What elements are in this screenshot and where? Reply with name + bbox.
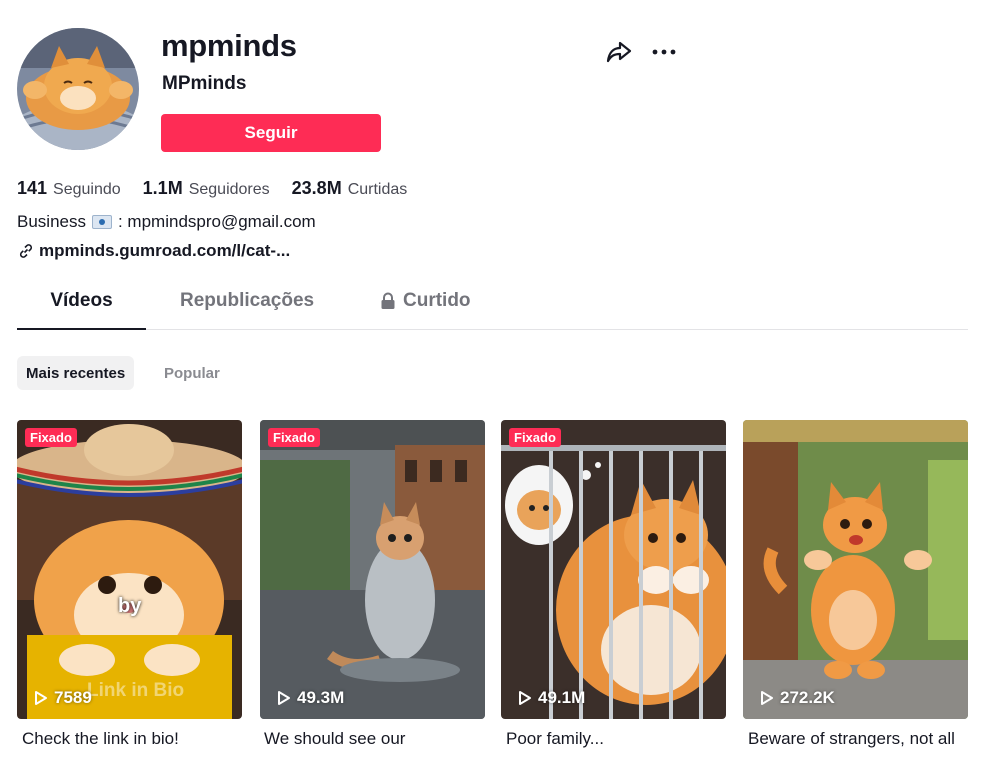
video-card[interactable]: 272.2K	[743, 420, 968, 719]
lock-icon	[381, 292, 395, 309]
tab-reposts-label: Republicações	[180, 290, 315, 311]
video-caption[interactable]: Beware of strangers, not all	[748, 729, 968, 749]
profile-avatar[interactable]	[17, 28, 139, 150]
tab-videos-label: Vídeos	[50, 290, 113, 311]
video-card[interactable]: Fixado by Link in Bio 7589	[17, 420, 242, 719]
share-icon	[606, 41, 632, 63]
view-count-value: 7589	[54, 688, 92, 707]
follow-button[interactable]: Seguir	[161, 114, 381, 152]
video-caption[interactable]: Poor family...	[506, 729, 731, 749]
pinned-badge: Fixado	[25, 428, 77, 447]
view-count-value: 272.2K	[780, 688, 835, 707]
tab-liked-label: Curtido	[403, 290, 471, 311]
profile-username: mpminds	[161, 28, 297, 63]
link-icon	[19, 244, 33, 258]
view-count-value: 49.1M	[538, 688, 586, 707]
video-thumbnail	[501, 420, 726, 719]
stat-label: Seguidores	[188, 181, 270, 198]
video-thumbnail	[743, 420, 968, 719]
video-card[interactable]: Fixado 49.3M	[260, 420, 485, 719]
active-tab-indicator	[17, 328, 146, 330]
stat-value: 23.8M	[291, 178, 342, 198]
stat-label: Curtidas	[347, 181, 408, 198]
play-icon	[278, 691, 290, 705]
view-count: 49.1M	[518, 688, 585, 708]
play-icon	[761, 691, 773, 705]
view-count: 7589	[34, 688, 92, 708]
tab-videos[interactable]: Vídeos	[17, 290, 146, 330]
video-overlay-text: by	[118, 595, 142, 617]
tab-liked[interactable]: Curtido	[380, 290, 471, 330]
stat-value: 1.1M	[142, 178, 183, 198]
sort-recent-button[interactable]: Mais recentes	[17, 356, 135, 390]
profile-bio: Business : mpmindspro@gmail.com	[17, 212, 316, 232]
avatar-cat-image	[17, 28, 139, 150]
stat-likes: 23.8M Curtidas	[292, 178, 408, 199]
bio-prefix: Business	[17, 212, 86, 231]
video-card[interactable]: Fixado 49.1M	[501, 420, 726, 719]
view-count: 49.3M	[277, 688, 344, 708]
more-icon	[652, 49, 676, 55]
stat-value: 141	[17, 178, 48, 198]
bio-link[interactable]: mpminds.gumroad.com/l/cat-...	[18, 241, 290, 261]
profile-nickname: MPminds	[162, 73, 247, 94]
stat-followers[interactable]: 1.1M Seguidores	[143, 178, 270, 199]
video-thumbnail	[260, 420, 485, 719]
tab-reposts[interactable]: Republicações	[180, 290, 314, 330]
video-overlay-faint-text: Link in Bio	[87, 680, 185, 701]
play-icon	[35, 691, 47, 705]
share-button[interactable]	[604, 37, 634, 67]
pinned-badge: Fixado	[509, 428, 561, 447]
pinned-badge: Fixado	[268, 428, 320, 447]
envelope-icon	[91, 215, 112, 229]
stat-following[interactable]: 141 Seguindo	[17, 178, 121, 199]
profile-tabs: Vídeos Republicações Curtido	[17, 290, 968, 330]
view-count: 272.2K	[760, 688, 835, 708]
view-count-value: 49.3M	[297, 688, 345, 707]
stat-label: Seguindo	[53, 181, 121, 198]
bio-link-text: mpminds.gumroad.com/l/cat-...	[39, 241, 291, 260]
sort-popular-button[interactable]: Popular	[155, 356, 229, 390]
more-options-button[interactable]	[648, 37, 680, 67]
profile-stats: 141 Seguindo 1.1M Seguidores 23.8M Curti…	[17, 178, 429, 199]
play-icon	[519, 691, 531, 705]
video-caption[interactable]: Check the link in bio!	[22, 729, 247, 749]
video-caption[interactable]: We should see our	[264, 729, 489, 749]
bio-email: : mpmindspro@gmail.com	[117, 212, 316, 231]
video-thumbnail	[17, 420, 242, 719]
